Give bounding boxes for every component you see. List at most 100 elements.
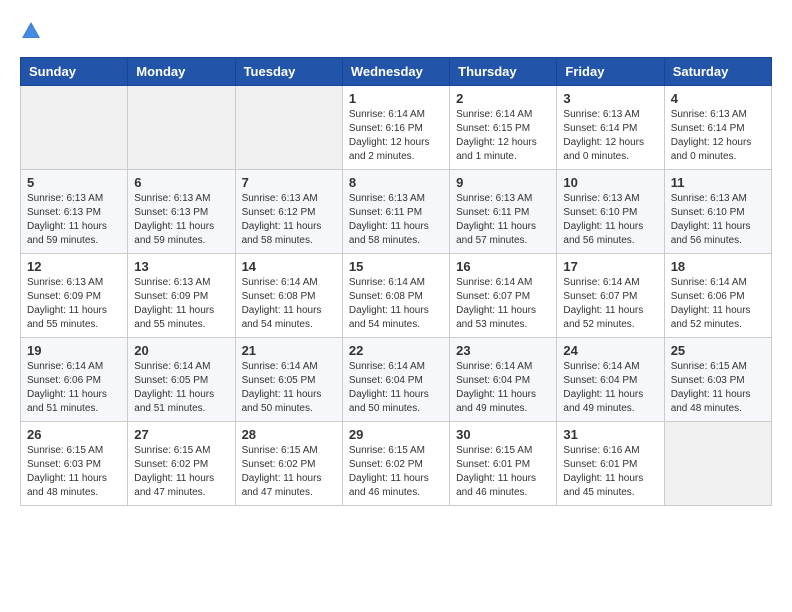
calendar-cell: 16Sunrise: 6:14 AM Sunset: 6:07 PM Dayli… (450, 254, 557, 338)
day-info: Sunrise: 6:14 AM Sunset: 6:08 PM Dayligh… (349, 276, 443, 332)
day-number: 19 (27, 343, 121, 358)
day-number: 28 (242, 427, 336, 442)
day-info: Sunrise: 6:14 AM Sunset: 6:05 PM Dayligh… (134, 360, 228, 416)
day-number: 12 (27, 259, 121, 274)
day-info: Sunrise: 6:14 AM Sunset: 6:06 PM Dayligh… (671, 276, 765, 332)
calendar-cell: 21Sunrise: 6:14 AM Sunset: 6:05 PM Dayli… (235, 338, 342, 422)
logo (20, 20, 46, 42)
day-info: Sunrise: 6:13 AM Sunset: 6:13 PM Dayligh… (134, 192, 228, 248)
calendar-cell: 30Sunrise: 6:15 AM Sunset: 6:01 PM Dayli… (450, 422, 557, 506)
day-number: 10 (563, 175, 657, 190)
day-info: Sunrise: 6:13 AM Sunset: 6:14 PM Dayligh… (671, 108, 765, 164)
day-info: Sunrise: 6:14 AM Sunset: 6:07 PM Dayligh… (563, 276, 657, 332)
day-number: 5 (27, 175, 121, 190)
day-info: Sunrise: 6:16 AM Sunset: 6:01 PM Dayligh… (563, 444, 657, 500)
calendar-week-row: 5 Sunrise: 6:13 AM Sunset: 6:13 PM Daylig… (21, 170, 772, 254)
column-header-tuesday: Tuesday (235, 58, 342, 86)
logo-icon (20, 20, 42, 42)
calendar-cell: 26Sunrise: 6:15 AM Sunset: 6:03 PM Dayli… (21, 422, 128, 506)
calendar-cell: 5 Sunrise: 6:13 AM Sunset: 6:13 PM Daylig… (21, 170, 128, 254)
calendar-cell: 12 Sunrise: 6:13 AM Sunset: 6:09 PM Dayli… (21, 254, 128, 338)
day-number: 25 (671, 343, 765, 358)
day-number: 9 (456, 175, 550, 190)
day-info: Sunrise: 6:14 AM Sunset: 6:04 PM Dayligh… (456, 360, 550, 416)
day-number: 14 (242, 259, 336, 274)
calendar-week-row: 12 Sunrise: 6:13 AM Sunset: 6:09 PM Dayli… (21, 254, 772, 338)
day-info: Sunrise: 6:15 AM Sunset: 6:02 PM Dayligh… (242, 444, 336, 500)
day-info: Sunrise: 6:13 AM Sunset: 6:14 PM Dayligh… (563, 108, 657, 164)
day-number: 1 (349, 91, 443, 106)
calendar-cell: 11 Sunrise: 6:13 AM Sunset: 6:10 PM Dayli… (664, 170, 771, 254)
calendar-cell (128, 86, 235, 170)
calendar-cell: 10 Sunrise: 6:13 AM Sunset: 6:10 PM Dayli… (557, 170, 664, 254)
day-info: Sunrise: 6:14 AM Sunset: 6:06 PM Dayligh… (27, 360, 121, 416)
page-header (20, 20, 772, 42)
calendar-cell: 8 Sunrise: 6:13 AM Sunset: 6:11 PM Daylig… (342, 170, 449, 254)
calendar-cell: 17 Sunrise: 6:14 AM Sunset: 6:07 PM Dayli… (557, 254, 664, 338)
day-number: 8 (349, 175, 443, 190)
day-number: 30 (456, 427, 550, 442)
day-number: 24 (563, 343, 657, 358)
calendar-cell: 29Sunrise: 6:15 AM Sunset: 6:02 PM Dayli… (342, 422, 449, 506)
day-number: 3 (563, 91, 657, 106)
calendar-week-row: 26Sunrise: 6:15 AM Sunset: 6:03 PM Dayli… (21, 422, 772, 506)
day-info: Sunrise: 6:13 AM Sunset: 6:09 PM Dayligh… (134, 276, 228, 332)
column-header-thursday: Thursday (450, 58, 557, 86)
calendar-cell: 9 Sunrise: 6:13 AM Sunset: 6:11 PM Daylig… (450, 170, 557, 254)
calendar-cell: 20 Sunrise: 6:14 AM Sunset: 6:05 PM Dayli… (128, 338, 235, 422)
day-info: Sunrise: 6:14 AM Sunset: 6:08 PM Dayligh… (242, 276, 336, 332)
day-number: 11 (671, 175, 765, 190)
day-info: Sunrise: 6:15 AM Sunset: 6:02 PM Dayligh… (134, 444, 228, 500)
column-header-monday: Monday (128, 58, 235, 86)
day-number: 27 (134, 427, 228, 442)
day-info: Sunrise: 6:13 AM Sunset: 6:13 PM Dayligh… (27, 192, 121, 248)
calendar-cell: 28 Sunrise: 6:15 AM Sunset: 6:02 PM Dayli… (235, 422, 342, 506)
calendar-cell: 19 Sunrise: 6:14 AM Sunset: 6:06 PM Dayli… (21, 338, 128, 422)
day-info: Sunrise: 6:13 AM Sunset: 6:11 PM Dayligh… (456, 192, 550, 248)
calendar-week-row: 1 Sunrise: 6:14 AM Sunset: 6:16 PM Daylig… (21, 86, 772, 170)
calendar-table: SundayMondayTuesdayWednesdayThursdayFrid… (20, 57, 772, 506)
column-header-saturday: Saturday (664, 58, 771, 86)
column-header-sunday: Sunday (21, 58, 128, 86)
column-header-friday: Friday (557, 58, 664, 86)
calendar-cell: 2Sunrise: 6:14 AM Sunset: 6:15 PM Daylig… (450, 86, 557, 170)
calendar-cell: 24 Sunrise: 6:14 AM Sunset: 6:04 PM Dayli… (557, 338, 664, 422)
calendar-header-row: SundayMondayTuesdayWednesdayThursdayFrid… (21, 58, 772, 86)
calendar-cell: 15Sunrise: 6:14 AM Sunset: 6:08 PM Dayli… (342, 254, 449, 338)
day-number: 17 (563, 259, 657, 274)
day-info: Sunrise: 6:13 AM Sunset: 6:09 PM Dayligh… (27, 276, 121, 332)
calendar-cell: 27 Sunrise: 6:15 AM Sunset: 6:02 PM Dayli… (128, 422, 235, 506)
day-number: 20 (134, 343, 228, 358)
day-info: Sunrise: 6:14 AM Sunset: 6:05 PM Dayligh… (242, 360, 336, 416)
day-number: 16 (456, 259, 550, 274)
calendar-cell: 31Sunrise: 6:16 AM Sunset: 6:01 PM Dayli… (557, 422, 664, 506)
day-number: 2 (456, 91, 550, 106)
day-info: Sunrise: 6:13 AM Sunset: 6:11 PM Dayligh… (349, 192, 443, 248)
calendar-cell: 3 Sunrise: 6:13 AM Sunset: 6:14 PM Daylig… (557, 86, 664, 170)
calendar-cell: 6 Sunrise: 6:13 AM Sunset: 6:13 PM Daylig… (128, 170, 235, 254)
day-number: 7 (242, 175, 336, 190)
day-info: Sunrise: 6:15 AM Sunset: 6:02 PM Dayligh… (349, 444, 443, 500)
day-info: Sunrise: 6:13 AM Sunset: 6:10 PM Dayligh… (671, 192, 765, 248)
calendar-week-row: 19 Sunrise: 6:14 AM Sunset: 6:06 PM Dayli… (21, 338, 772, 422)
day-info: Sunrise: 6:14 AM Sunset: 6:04 PM Dayligh… (349, 360, 443, 416)
day-info: Sunrise: 6:14 AM Sunset: 6:16 PM Dayligh… (349, 108, 443, 164)
day-info: Sunrise: 6:13 AM Sunset: 6:10 PM Dayligh… (563, 192, 657, 248)
calendar-cell (235, 86, 342, 170)
calendar-cell: 13 Sunrise: 6:13 AM Sunset: 6:09 PM Dayli… (128, 254, 235, 338)
day-number: 4 (671, 91, 765, 106)
column-header-wednesday: Wednesday (342, 58, 449, 86)
day-number: 13 (134, 259, 228, 274)
day-number: 26 (27, 427, 121, 442)
calendar-cell (21, 86, 128, 170)
calendar-cell: 7Sunrise: 6:13 AM Sunset: 6:12 PM Daylig… (235, 170, 342, 254)
day-number: 22 (349, 343, 443, 358)
day-number: 18 (671, 259, 765, 274)
calendar-cell: 18 Sunrise: 6:14 AM Sunset: 6:06 PM Dayli… (664, 254, 771, 338)
day-number: 6 (134, 175, 228, 190)
day-info: Sunrise: 6:15 AM Sunset: 6:03 PM Dayligh… (671, 360, 765, 416)
calendar-cell: 4 Sunrise: 6:13 AM Sunset: 6:14 PM Daylig… (664, 86, 771, 170)
day-info: Sunrise: 6:14 AM Sunset: 6:04 PM Dayligh… (563, 360, 657, 416)
calendar-cell: 22 Sunrise: 6:14 AM Sunset: 6:04 PM Dayli… (342, 338, 449, 422)
calendar-cell: 23Sunrise: 6:14 AM Sunset: 6:04 PM Dayli… (450, 338, 557, 422)
